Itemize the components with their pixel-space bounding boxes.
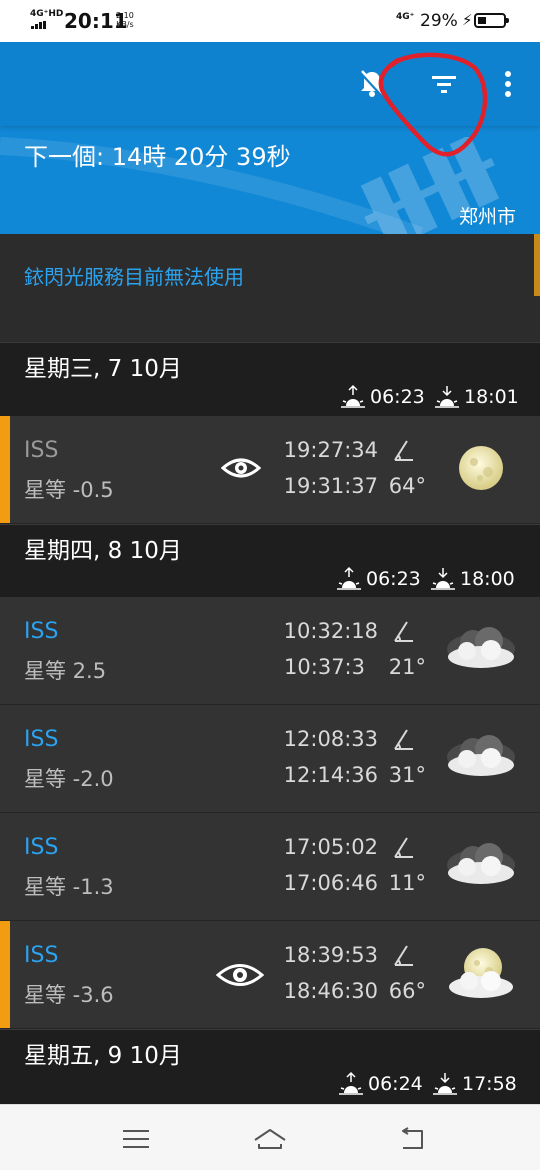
day-title: 星期五, 9 10月	[24, 1043, 182, 1069]
battery-icon	[474, 13, 509, 28]
satellite-name: ISS	[24, 835, 59, 860]
start-time: 19:27:34	[283, 438, 378, 462]
max-elevation: 11°	[388, 871, 426, 895]
max-elevation: 66°	[388, 979, 426, 1003]
start-time: 10:32:18	[283, 619, 378, 643]
home-button[interactable]	[250, 1119, 290, 1159]
end-time: 19:31:37	[283, 474, 378, 498]
day-header: 星期四, 8 10月 06:23 18:00	[0, 524, 540, 597]
satellite-name: ISS	[24, 619, 59, 644]
end-time: 12:14:36	[283, 763, 378, 787]
end-time: 18:46:30	[283, 979, 378, 1003]
elevation-angle-icon	[394, 837, 413, 858]
cloud-icon	[447, 627, 515, 668]
app-header: 下一個: 14時 20分 39秒 郑州市	[0, 42, 540, 234]
sunset-icon	[433, 1073, 457, 1095]
pass-row[interactable]: ISS 星等 -3.6 18:39:53 18:46:30 66°	[0, 921, 540, 1029]
iridium-unavailable-message[interactable]: 銥閃光服務目前無法使用	[24, 261, 244, 290]
elevation-angle-icon	[394, 945, 413, 966]
sunset-time: 18:01	[464, 386, 519, 408]
moon-icon	[459, 446, 503, 490]
satellite-name: ISS	[24, 727, 59, 752]
eye-icon	[221, 458, 261, 478]
sunset: 17:58	[432, 1070, 517, 1098]
sunrise-time: 06:23	[370, 386, 425, 408]
max-elevation: 31°	[388, 763, 426, 787]
home-icon	[254, 1129, 286, 1149]
moon-cloud-icon	[449, 948, 513, 998]
back-button[interactable]	[392, 1119, 432, 1159]
cloud-icon	[447, 735, 515, 776]
sunset-icon	[431, 568, 455, 590]
pass-row[interactable]: ISS 星等 -1.3 17:05:02 17:06:46 11°	[0, 813, 540, 921]
sunrise: 06:23	[340, 383, 425, 411]
magnitude: 星等 -2.0	[24, 767, 114, 791]
sunset-icon	[435, 386, 459, 408]
end-time: 10:37:3	[284, 655, 365, 679]
more-options-button[interactable]	[488, 62, 528, 106]
magnitude: 星等 -3.6	[24, 983, 114, 1007]
cloud-icon	[447, 843, 515, 884]
charging-icon: ⚡	[462, 11, 473, 29]
end-time: 17:06:46	[283, 871, 378, 895]
satellite-name: ISS	[24, 438, 59, 463]
start-time: 17:05:02	[283, 835, 378, 859]
network-speed-value: 2.10	[116, 11, 134, 20]
magnitude: 星等 2.5	[24, 659, 107, 683]
battery-percent: 29%	[420, 11, 458, 31]
system-nav-bar	[0, 1104, 540, 1170]
sunrise-time: 06:23	[366, 568, 421, 590]
pass-row[interactable]: ISS 星等 2.5 10:32:18 10:37:3 21°	[0, 597, 540, 705]
recent-apps-button[interactable]	[116, 1119, 156, 1159]
max-elevation: 64°	[388, 474, 426, 498]
day-title: 星期三, 7 10月	[24, 356, 182, 382]
elevation-angle-icon	[394, 729, 413, 750]
sunset-time: 18:00	[460, 568, 515, 590]
elevation-angle-icon	[394, 621, 413, 642]
start-time: 12:08:33	[283, 727, 378, 751]
scroll-indicator	[534, 234, 540, 296]
start-time: 18:39:53	[283, 943, 378, 967]
next-pass-countdown: 下一個: 14時 20分 39秒	[24, 143, 291, 171]
satellite-name: ISS	[24, 943, 59, 968]
hand-drawn-circle-annotation	[378, 52, 488, 157]
network-indicator: 4G⁺HD	[30, 9, 64, 19]
day-header: 星期三, 7 10月 06:23 18:01	[0, 342, 540, 416]
elevation-angle-icon	[394, 440, 413, 461]
sunrise-icon	[339, 1071, 363, 1095]
toolbar	[0, 42, 540, 157]
sunrise: 06:23	[336, 565, 421, 593]
pass-row[interactable]: ISS 星等 -0.5 19:27:34 19:31:37 64°	[0, 416, 540, 524]
day-header: 星期五, 9 10月 06:24 17:58	[0, 1029, 540, 1104]
day-title: 星期四, 8 10月	[24, 538, 182, 564]
sunrise: 06:24	[338, 1070, 423, 1098]
sunrise-icon	[341, 384, 365, 408]
magnitude: 星等 -0.5	[24, 478, 114, 502]
eye-icon	[216, 964, 264, 986]
network-indicator-2: 4G⁺	[396, 12, 415, 22]
status-bar: 4G⁺HD 20:11 2.10 KB/s 4G⁺ 29% ⚡	[0, 0, 540, 42]
sunrise-time: 06:24	[368, 1073, 423, 1095]
pass-row[interactable]: ISS 星等 -2.0 12:08:33 12:14:36 31°	[0, 705, 540, 813]
network-speed-unit: KB/s	[116, 20, 134, 29]
menu-icon	[123, 1130, 149, 1148]
sunrise-icon	[337, 566, 361, 590]
magnitude: 星等 -1.3	[24, 875, 114, 899]
location-label[interactable]: 郑州市	[459, 202, 516, 229]
more-vert-icon	[505, 71, 511, 97]
sunset: 18:00	[430, 565, 515, 593]
max-elevation: 21°	[388, 655, 426, 679]
iridium-banner: 銥閃光服務目前無法使用	[0, 234, 540, 342]
sunset: 18:01	[434, 383, 519, 411]
sunset-time: 17:58	[462, 1073, 517, 1095]
network-speed: 2.10 KB/s	[116, 11, 134, 29]
back-icon	[402, 1127, 423, 1149]
signal-icon	[31, 21, 47, 29]
